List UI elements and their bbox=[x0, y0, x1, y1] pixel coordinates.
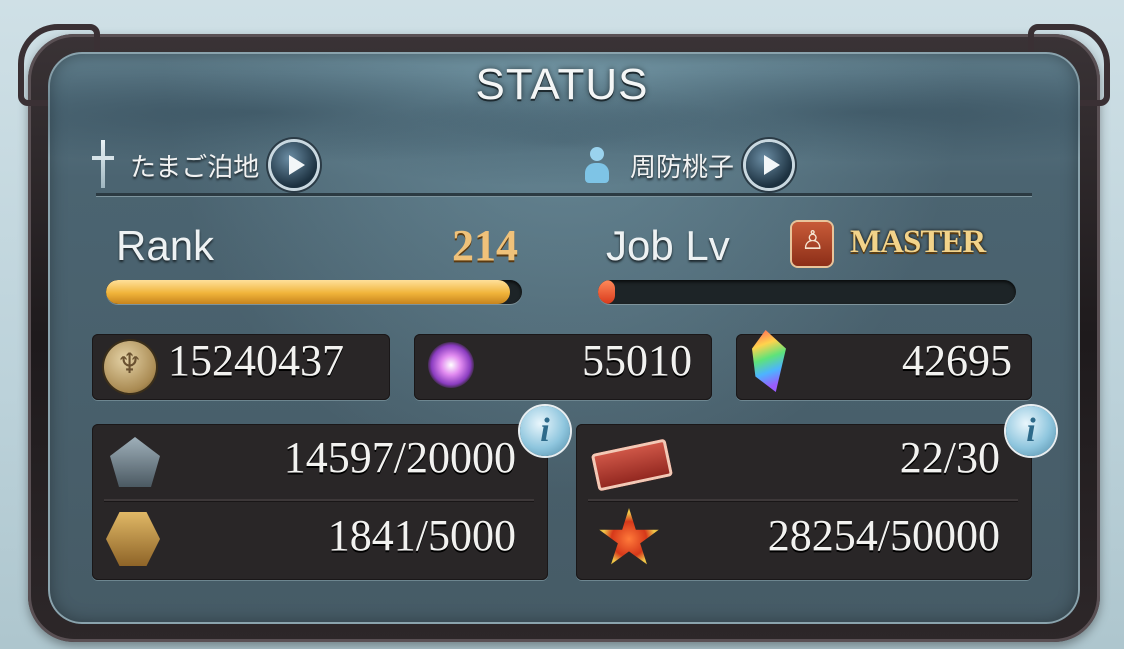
crystal-icon bbox=[428, 342, 474, 388]
renown-value: 28254/50000 bbox=[767, 511, 1000, 560]
user-row: たまご泊地 bbox=[90, 140, 318, 190]
rupie-icon bbox=[104, 341, 156, 393]
rupie-value: 15240437 bbox=[168, 336, 344, 385]
page-title: STATUS bbox=[475, 60, 649, 109]
user-profile-button[interactable] bbox=[271, 142, 318, 188]
tickets-value: 22/30 bbox=[899, 433, 1000, 482]
job-progress-fill bbox=[598, 280, 615, 304]
person-icon bbox=[582, 145, 612, 185]
bp-value: 1841/5000 bbox=[327, 511, 516, 560]
divider bbox=[96, 193, 1032, 196]
tickets-divider bbox=[588, 499, 1018, 501]
job-level-label: Job Lv bbox=[606, 222, 730, 269]
rank-value: 214 bbox=[452, 221, 518, 270]
ap-value: 14597/20000 bbox=[283, 433, 516, 482]
character-row: 周防桃子 bbox=[582, 140, 793, 190]
stamina-divider bbox=[104, 499, 534, 501]
prism-value: 42695 bbox=[902, 336, 1012, 385]
character-name: 周防桃子 bbox=[630, 152, 735, 183]
job-level-value: MASTER bbox=[850, 224, 986, 260]
user-name: たまご泊地 bbox=[130, 152, 260, 183]
rank-label: Rank bbox=[116, 222, 215, 269]
stamina-info-icon[interactable]: i bbox=[520, 406, 570, 456]
tickets-info-icon[interactable]: i bbox=[1006, 406, 1056, 456]
job-class-icon bbox=[792, 222, 832, 266]
character-button[interactable] bbox=[746, 142, 793, 188]
job-progress-bar bbox=[598, 280, 1016, 304]
sword-icon bbox=[90, 140, 116, 190]
crystal-value: 55010 bbox=[582, 336, 692, 385]
rank-progress-fill bbox=[106, 280, 510, 304]
rank-progress-bar bbox=[106, 280, 522, 304]
